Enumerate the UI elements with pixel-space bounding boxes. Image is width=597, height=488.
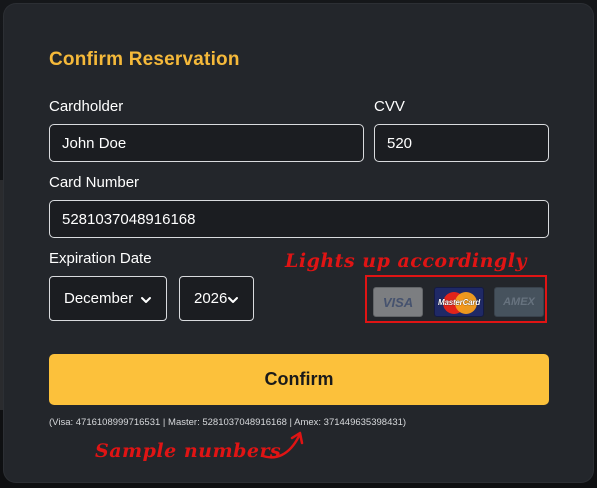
card-number-label: Card Number [49,174,140,191]
month-selected-value: December [64,290,134,307]
cardholder-label: Cardholder [49,98,124,115]
expiration-label: Expiration Date [49,250,152,267]
samples-annotation: Sample numbers [95,440,282,462]
card-number-value: 5281037048916168 [62,210,196,228]
modal-title: Confirm Reservation [49,49,240,70]
month-select[interactable]: December [49,276,167,321]
visa-logo-icon: VISA [373,287,423,317]
cardholder-value: John Doe [62,134,127,152]
reservation-modal: Confirm Reservation Cardholder John Doe … [4,4,593,482]
mastercard-logo-icon: MasterCard [434,287,484,317]
chevron-down-icon [140,293,152,305]
year-select[interactable]: 2026 [179,276,254,321]
cvv-value: 520 [387,134,413,152]
confirm-button-label: Confirm [264,369,334,389]
card-number-input[interactable]: 5281037048916168 [49,200,549,238]
cardholder-input[interactable]: John Doe [49,124,364,162]
year-selected-value: 2026 [194,290,228,307]
arrow-icon [261,431,304,459]
cvv-label: CVV [374,98,405,115]
mastercard-logo-text: MasterCard [437,297,481,307]
amex-logo-text: AMEX [503,296,535,308]
confirm-button[interactable]: Confirm [49,354,549,405]
cvv-input[interactable]: 520 [374,124,549,162]
card-brands-highlight: VISA MasterCard AMEX [365,275,547,323]
visa-logo-text: VISA [382,294,414,310]
sample-numbers-text: (Visa: 4716108999716531 | Master: 528103… [49,417,407,428]
chevron-down-icon [227,293,239,305]
cards-annotation: Lights up accordingly [285,250,527,272]
amex-logo-icon: AMEX [494,287,544,317]
